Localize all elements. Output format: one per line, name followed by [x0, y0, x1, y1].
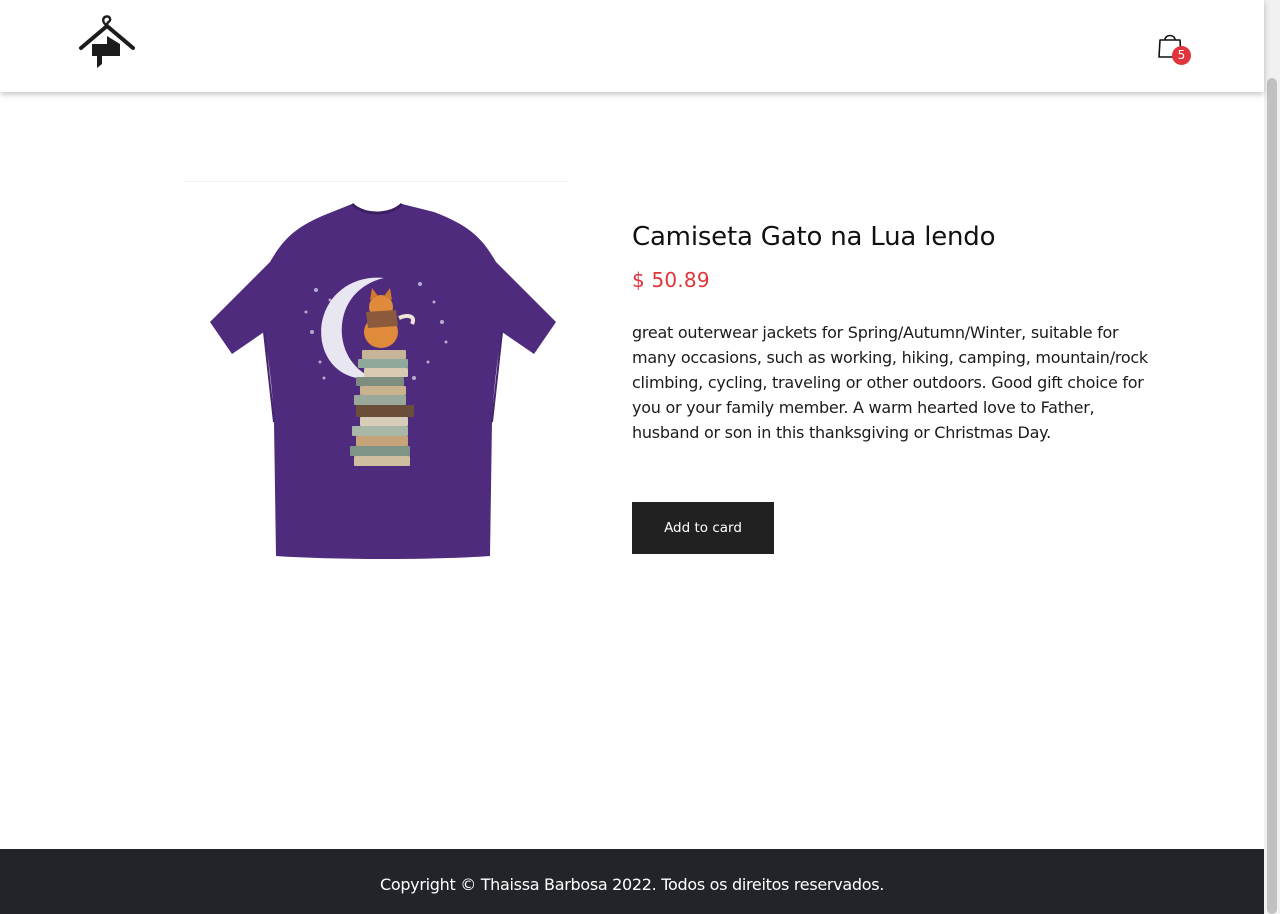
hanger-house-logo-icon: [79, 15, 135, 68]
product-image: [184, 181, 568, 581]
logo-link[interactable]: [78, 12, 138, 72]
page-scrollbar[interactable]: [1264, 0, 1280, 914]
product-title: Camiseta Gato na Lua lendo: [632, 222, 996, 252]
product-price: $ 50.89: [632, 268, 710, 292]
scrollbar-thumb[interactable]: [1267, 78, 1277, 914]
product-description: great outerwear jackets for Spring/Autum…: [632, 323, 1148, 442]
site-footer: Copyright © Thaissa Barbosa 2022. Todos …: [0, 849, 1264, 914]
site-header: 5: [0, 0, 1264, 92]
purple-tshirt-cat-moon-books-image: [210, 202, 556, 559]
cart-count-badge: 5: [1172, 46, 1191, 65]
copyright-text: Copyright © Thaissa Barbosa 2022. Todos …: [379, 875, 885, 894]
cart-button[interactable]: 5: [1156, 31, 1194, 67]
add-to-cart-button[interactable]: Add to card: [632, 502, 774, 554]
